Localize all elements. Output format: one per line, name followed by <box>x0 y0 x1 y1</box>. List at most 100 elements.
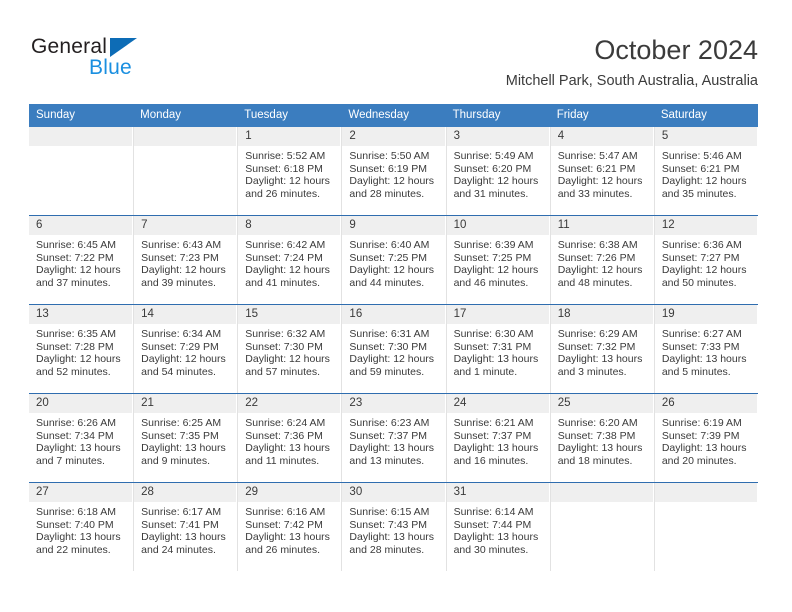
daylight-duration-line2: and 9 minutes. <box>141 454 211 467</box>
day-cell-inner: 12 Sunrise: 6:36 AM Sunset: 7:27 PM Dayligh… <box>653 216 758 304</box>
sunset-time: Sunset: 7:26 PM <box>557 251 636 264</box>
daylight-duration-line1: Daylight: 12 hours <box>141 353 226 366</box>
daylight-duration-line1: Daylight: 12 hours <box>349 264 435 277</box>
day-number: 19 <box>654 305 758 324</box>
daylight-duration-line2: and 28 minutes. <box>349 543 425 556</box>
day-cell-inner: 16 Sunrise: 6:31 AM Sunset: 7:30 PM Dayligh… <box>341 305 446 393</box>
day-details: Sunrise: 5:46 AM Sunset: 6:21 PM Daylight:… <box>655 146 758 200</box>
generalblue-logo[interactable]: General Blue <box>31 36 251 86</box>
logo-text-general: General <box>31 35 108 58</box>
sunrise-time: Sunrise: 6:20 AM <box>557 417 638 429</box>
daylight-duration-line1: Daylight: 12 hours <box>36 264 121 277</box>
daylight-duration-line1: Daylight: 13 hours <box>141 442 226 455</box>
calendar-day-cell[interactable]: 22 Sunrise: 6:24 AM Sunset: 7:36 PM Dayligh… <box>237 393 342 483</box>
day-details: Sunrise: 6:15 AM Sunset: 7:43 PM Daylight:… <box>342 502 445 556</box>
sunrise-time: Sunrise: 6:30 AM <box>453 328 534 340</box>
calendar-day-cell[interactable]: 8 Sunrise: 6:42 AM Sunset: 7:24 PM Daylight… <box>237 215 342 305</box>
day-details: Sunrise: 6:43 AM Sunset: 7:23 PM Daylight:… <box>134 235 237 289</box>
calendar-day-cell[interactable]: 9 Sunrise: 6:40 AM Sunset: 7:25 PM Daylight… <box>341 215 446 305</box>
day-number: 15 <box>238 305 342 324</box>
day-number: 25 <box>550 394 654 413</box>
sunrise-time: Sunrise: 6:25 AM <box>141 417 222 429</box>
sunrise-time: Sunrise: 6:16 AM <box>245 506 326 518</box>
calendar-day-cell[interactable]: 26 Sunrise: 6:19 AM Sunset: 7:39 PM Dayligh… <box>653 393 758 483</box>
day-details: Sunrise: 6:38 AM Sunset: 7:26 PM Daylight:… <box>551 235 654 289</box>
sunset-time: Sunset: 7:28 PM <box>36 340 114 353</box>
calendar-day-cell[interactable]: 11 Sunrise: 6:38 AM Sunset: 7:26 PM Dayligh… <box>549 215 654 305</box>
daylight-duration-line2: and 20 minutes. <box>661 454 737 467</box>
calendar-day-cell[interactable]: 6 Sunrise: 6:45 AM Sunset: 7:22 PM Daylight… <box>29 215 134 305</box>
calendar-day-cell[interactable]: 17 Sunrise: 6:30 AM Sunset: 7:31 PM Dayligh… <box>445 304 550 394</box>
calendar-day-cell[interactable]: 31 Sunrise: 6:14 AM Sunset: 7:44 PM Dayligh… <box>445 483 550 571</box>
calendar-page: General Blue October 2024 Mitchell Park,… <box>0 0 792 612</box>
day-number: 16 <box>342 305 446 324</box>
sunrise-time: Sunrise: 6:38 AM <box>557 239 638 251</box>
calendar-day-cell[interactable]: 16 Sunrise: 6:31 AM Sunset: 7:30 PM Dayligh… <box>341 304 446 394</box>
calendar-day-cell[interactable]: 15 Sunrise: 6:32 AM Sunset: 7:30 PM Dayligh… <box>237 304 342 394</box>
day-cell-inner: 26 Sunrise: 6:19 AM Sunset: 7:39 PM Dayligh… <box>653 394 758 482</box>
day-number: 31 <box>446 483 550 502</box>
sunset-time: Sunset: 7:30 PM <box>349 340 428 353</box>
day-number: 12 <box>654 216 758 235</box>
daylight-duration-line2: and 44 minutes. <box>349 276 425 289</box>
daylight-duration-line1: Daylight: 13 hours <box>557 442 643 455</box>
sunset-time: Sunset: 7:32 PM <box>557 340 636 353</box>
day-details: Sunrise: 6:20 AM Sunset: 7:38 PM Daylight:… <box>551 413 654 467</box>
calendar-day-cell[interactable]: 29 Sunrise: 6:16 AM Sunset: 7:42 PM Dayligh… <box>237 483 342 571</box>
calendar-day-cell[interactable]: 4 Sunrise: 5:47 AM Sunset: 6:21 PM Daylight… <box>549 127 654 216</box>
day-details <box>29 146 133 150</box>
day-details: Sunrise: 6:23 AM Sunset: 7:37 PM Daylight:… <box>342 413 445 467</box>
day-details: Sunrise: 6:45 AM Sunset: 7:22 PM Daylight:… <box>29 235 133 289</box>
day-details <box>134 146 237 150</box>
calendar-day-cell[interactable]: 19 Sunrise: 6:27 AM Sunset: 7:33 PM Dayligh… <box>653 304 758 394</box>
sunset-time: Sunset: 7:35 PM <box>141 429 219 442</box>
daylight-duration-line1: Daylight: 12 hours <box>141 264 226 277</box>
calendar-day-cell[interactable]: 23 Sunrise: 6:23 AM Sunset: 7:37 PM Dayligh… <box>341 393 446 483</box>
calendar-day-cell[interactable]: 20 Sunrise: 6:26 AM Sunset: 7:34 PM Dayligh… <box>29 393 134 483</box>
calendar-day-cell[interactable]: 24 Sunrise: 6:21 AM Sunset: 7:37 PM Dayligh… <box>445 393 550 483</box>
calendar-day-cell[interactable]: 2 Sunrise: 5:50 AM Sunset: 6:19 PM Daylight… <box>341 127 446 216</box>
calendar-day-cell[interactable]: 1 Sunrise: 5:52 AM Sunset: 6:18 PM Daylight… <box>237 127 342 216</box>
calendar-week-row: 20 Sunrise: 6:26 AM Sunset: 7:34 PM Dayligh… <box>29 393 758 483</box>
day-details: Sunrise: 5:52 AM Sunset: 6:18 PM Daylight:… <box>238 146 341 200</box>
calendar-day-cell[interactable]: 30 Sunrise: 6:15 AM Sunset: 7:43 PM Dayligh… <box>341 483 446 571</box>
calendar-day-cell[interactable]: 7 Sunrise: 6:43 AM Sunset: 7:23 PM Daylight… <box>133 215 238 305</box>
calendar-day-cell[interactable]: 3 Sunrise: 5:49 AM Sunset: 6:20 PM Daylight… <box>445 127 550 216</box>
day-details: Sunrise: 6:26 AM Sunset: 7:34 PM Daylight:… <box>29 413 133 467</box>
sunrise-time: Sunrise: 6:23 AM <box>349 417 430 429</box>
calendar-day-cell[interactable]: 18 Sunrise: 6:29 AM Sunset: 7:32 PM Dayligh… <box>549 304 654 394</box>
calendar-day-cell[interactable]: 21 Sunrise: 6:25 AM Sunset: 7:35 PM Dayligh… <box>133 393 238 483</box>
daylight-duration-line2: and 52 minutes. <box>36 365 111 378</box>
daylight-duration-line1: Daylight: 12 hours <box>245 353 330 366</box>
sunset-time: Sunset: 7:41 PM <box>141 518 219 531</box>
day-cell-inner: 8 Sunrise: 6:42 AM Sunset: 7:24 PM Daylight… <box>237 216 342 304</box>
calendar-day-cell[interactable]: 14 Sunrise: 6:34 AM Sunset: 7:29 PM Dayligh… <box>133 304 238 394</box>
day-cell-inner: 23 Sunrise: 6:23 AM Sunset: 7:37 PM Dayligh… <box>341 394 446 482</box>
daylight-duration-line1: Daylight: 12 hours <box>661 264 747 277</box>
calendar-week-row: 6 Sunrise: 6:45 AM Sunset: 7:22 PM Daylight… <box>29 215 758 305</box>
calendar-week-row: 13 Sunrise: 6:35 AM Sunset: 7:28 PM Dayligh… <box>29 304 758 394</box>
sunrise-time: Sunrise: 6:42 AM <box>245 239 326 251</box>
logo-triangle-icon <box>110 38 137 57</box>
calendar-day-cell[interactable]: 28 Sunrise: 6:17 AM Sunset: 7:41 PM Dayligh… <box>133 483 238 571</box>
daylight-duration-line2: and 11 minutes. <box>245 454 320 467</box>
sunset-time: Sunset: 7:33 PM <box>661 340 740 353</box>
calendar-day-cell[interactable]: 5 Sunrise: 5:46 AM Sunset: 6:21 PM Daylight… <box>653 127 758 216</box>
day-details: Sunrise: 6:19 AM Sunset: 7:39 PM Daylight:… <box>655 413 758 467</box>
day-details: Sunrise: 6:34 AM Sunset: 7:29 PM Daylight:… <box>134 324 237 378</box>
day-cell-inner: 22 Sunrise: 6:24 AM Sunset: 7:36 PM Dayligh… <box>237 394 342 482</box>
calendar-day-cell[interactable]: 13 Sunrise: 6:35 AM Sunset: 7:28 PM Dayligh… <box>29 304 134 394</box>
daylight-duration-line2: and 39 minutes. <box>141 276 216 289</box>
day-number: 23 <box>342 394 446 413</box>
day-details: Sunrise: 6:14 AM Sunset: 7:44 PM Daylight:… <box>447 502 550 556</box>
calendar-day-cell[interactable]: 10 Sunrise: 6:39 AM Sunset: 7:25 PM Dayligh… <box>445 215 550 305</box>
day-cell-inner: 29 Sunrise: 6:16 AM Sunset: 7:42 PM Dayligh… <box>237 483 342 571</box>
calendar-day-cell[interactable]: 27 Sunrise: 6:18 AM Sunset: 7:40 PM Dayligh… <box>29 483 134 572</box>
page-title: October 2024 <box>594 35 758 65</box>
sunrise-time: Sunrise: 6:14 AM <box>453 506 534 518</box>
daylight-duration-line1: Daylight: 13 hours <box>661 442 747 455</box>
calendar-day-cell[interactable]: 25 Sunrise: 6:20 AM Sunset: 7:38 PM Dayligh… <box>549 393 654 483</box>
calendar-day-cell[interactable]: 12 Sunrise: 6:36 AM Sunset: 7:27 PM Dayligh… <box>653 215 758 305</box>
day-number: 13 <box>29 305 134 324</box>
sunset-time: Sunset: 7:37 PM <box>349 429 428 442</box>
